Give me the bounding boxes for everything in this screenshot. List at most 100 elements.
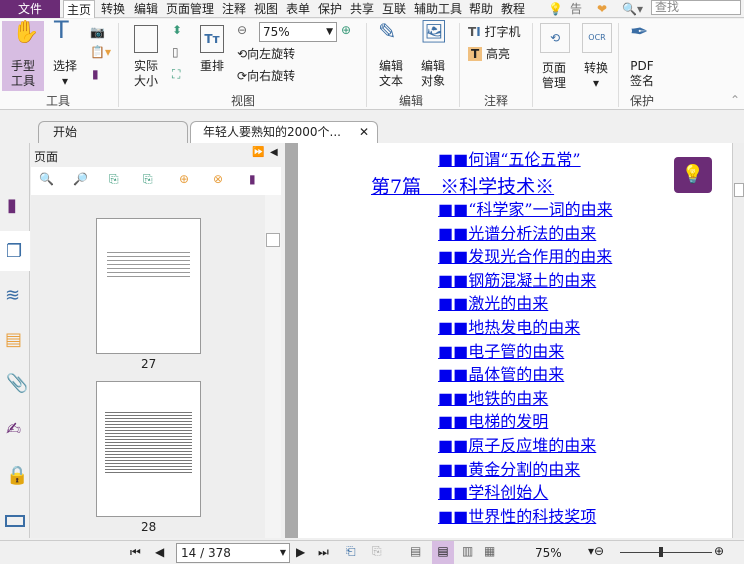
toc-link[interactable]: ■■原子反应堆的由来	[438, 432, 596, 456]
fit-visible-icon[interactable]: ⛶	[172, 67, 180, 82]
ocr-icon: OCR	[582, 23, 612, 53]
snapshot-icon[interactable]: 📷	[90, 25, 105, 40]
panel-splitter[interactable]	[285, 143, 298, 538]
next-page-icon[interactable]: ▶	[296, 545, 305, 559]
menu-share[interactable]: 共享	[350, 0, 374, 18]
menu-view[interactable]: 视图	[254, 0, 278, 18]
extract-page-icon[interactable]: ⎘	[143, 172, 153, 187]
collapse-panel-icon[interactable]: ◀	[270, 147, 278, 158]
edit-text-button[interactable]: ✎ 编辑 文本	[375, 22, 407, 91]
highlight-button[interactable]: T 高亮	[468, 47, 510, 62]
toc-link[interactable]: ■■发现光合作用的由来	[438, 243, 612, 267]
signature-icon[interactable]: ✍	[6, 419, 21, 440]
toc-link[interactable]: ■■电梯的发明	[438, 408, 548, 432]
toc-link[interactable]: ■■地铁的由来	[438, 385, 548, 409]
insert-page-icon[interactable]: ⎘	[109, 172, 119, 187]
fit-width-icon[interactable]: ▯	[172, 45, 179, 60]
page-label-icon[interactable]: ▮	[249, 172, 256, 186]
lock-icon[interactable]: 🔒	[6, 465, 28, 486]
vertical-scrollbar[interactable]	[732, 143, 744, 538]
search-input[interactable]: 查找	[651, 0, 741, 15]
reflow-button[interactable]: Tт 重排	[198, 25, 226, 75]
edit-object-button[interactable]: 🖼 编辑 对象	[414, 22, 452, 91]
toc-heading[interactable]: 第7篇 ※科学技术※	[371, 172, 554, 199]
toc-link[interactable]: ■■学科创始人	[438, 479, 548, 503]
zoom-select[interactable]: 75% ▼	[259, 22, 337, 42]
next-view-icon[interactable]: ⎘	[372, 544, 382, 559]
toc-link[interactable]: ■■光谱分析法的由来	[438, 220, 596, 244]
clipboard-icon[interactable]: 📋▾	[90, 45, 111, 60]
content-icon[interactable]	[5, 515, 25, 527]
menu-accessibility[interactable]: 辅助工具	[414, 0, 462, 18]
search-options-icon[interactable]: 🔍▾	[622, 0, 643, 18]
zoom-level[interactable]: 75%	[535, 546, 562, 560]
zoom-out-icon[interactable]: ⊖	[237, 23, 247, 38]
toc-link[interactable]: ■■地热发电的由来	[438, 314, 580, 338]
first-page-icon[interactable]: ⏮	[130, 545, 141, 560]
zoom-slider[interactable]	[620, 547, 712, 557]
zoom-out-page-icon[interactable]: 🔎	[73, 172, 88, 186]
page-manage-button[interactable]: ⟲ 页面 管理	[538, 23, 570, 91]
menu-form[interactable]: 表单	[286, 0, 310, 18]
lightbulb-icon[interactable]: 💡	[548, 0, 563, 18]
page-thumbnail[interactable]	[96, 381, 201, 517]
previous-view-icon[interactable]: ⎗	[346, 544, 356, 559]
menu-page-manage[interactable]: 页面管理	[166, 0, 214, 18]
zoom-in-icon[interactable]: ⊕	[341, 23, 351, 38]
typewriter-button[interactable]: TI 打字机	[468, 25, 521, 40]
menu-connect[interactable]: 互联	[382, 0, 406, 18]
pages-tab[interactable]: ❐	[0, 231, 30, 271]
bookmark-page-icon[interactable]: ▮	[92, 67, 99, 82]
collapse-ribbon-icon[interactable]: ⌃	[730, 93, 740, 108]
toc-link[interactable]: ■■晶体管的由来	[438, 361, 564, 385]
previous-page-icon[interactable]: ◀	[155, 545, 164, 559]
thumbnail-scrollbar[interactable]	[265, 195, 281, 538]
toc-link[interactable]: ■■何谓“五伦五常”	[438, 146, 581, 170]
toc-link[interactable]: ■■黄金分割的由来	[438, 456, 580, 480]
heart-icon[interactable]: ❤	[597, 0, 607, 18]
tab-document[interactable]: 年轻人要熟知的2000个... ✕	[190, 121, 378, 144]
tips-lightbulb-button[interactable]: 💡	[674, 157, 712, 193]
menu-protect[interactable]: 保护	[318, 0, 342, 18]
status-zoom-in-icon[interactable]: ⊕	[714, 544, 724, 558]
page-thumbnail[interactable]	[96, 218, 201, 354]
expand-panel-icon[interactable]: ⏩	[252, 147, 264, 158]
status-zoom-out-icon[interactable]: ▾⊖	[588, 544, 604, 558]
convert-button[interactable]: OCR 转换 ▾	[580, 23, 612, 91]
menu-help[interactable]: 帮助	[469, 0, 493, 18]
actual-size-button[interactable]: 实际 大小	[128, 25, 164, 91]
reflow-icon: Tт	[200, 25, 224, 53]
select-button[interactable]: T 选择 ▾	[48, 18, 82, 89]
toc-link[interactable]: ■■“科学家”一词的由来	[438, 196, 613, 220]
fit-page-icon[interactable]: ⬍	[172, 23, 182, 38]
pdf-sign-button[interactable]: ✒ PDF 签名	[624, 22, 660, 91]
menu-convert[interactable]: 转换	[101, 0, 125, 18]
hand-tool-button[interactable]: ✋ 手型 工具	[2, 21, 44, 91]
close-icon[interactable]: ✕	[359, 122, 369, 143]
menu-comment[interactable]: 注释	[222, 0, 246, 18]
continuous-facing-icon[interactable]: ▦	[484, 544, 495, 558]
tell-me[interactable]: 告诉	[570, 0, 592, 18]
continuous-page-icon[interactable]: ▤	[432, 541, 454, 564]
delete-page-icon[interactable]: ⊗	[213, 172, 223, 186]
toc-link[interactable]: ■■电子管的由来	[438, 338, 564, 362]
comments-icon[interactable]: ▤	[5, 329, 22, 350]
menu-edit[interactable]: 编辑	[134, 0, 158, 18]
rotate-right-button[interactable]: ⟳向右旋转	[237, 69, 295, 84]
toc-link[interactable]: ■■钢筋混凝土的由来	[438, 267, 596, 291]
rotate-left-button[interactable]: ⟲向左旋转	[237, 47, 295, 62]
add-page-icon[interactable]: ⊕	[179, 172, 189, 186]
page-number-input[interactable]: 14 / 378 ▼	[176, 543, 290, 563]
zoom-in-page-icon[interactable]: 🔍	[39, 172, 54, 186]
attachment-icon[interactable]: 📎	[6, 373, 28, 394]
bookmarks-icon[interactable]: ▮	[7, 195, 17, 216]
single-page-icon[interactable]: ▤	[410, 544, 421, 558]
menu-tutorial[interactable]: 教程	[501, 0, 525, 18]
facing-page-icon[interactable]: ▥	[462, 544, 473, 558]
tab-start[interactable]: 开始	[38, 121, 188, 144]
toc-link[interactable]: ■■世界性的科技奖项	[438, 503, 596, 527]
toc-link[interactable]: ■■激光的由来	[438, 290, 548, 314]
menu-file[interactable]: 文件	[0, 0, 60, 18]
layers-icon[interactable]: ≋	[5, 285, 20, 306]
last-page-icon[interactable]: ⏭	[318, 545, 329, 560]
